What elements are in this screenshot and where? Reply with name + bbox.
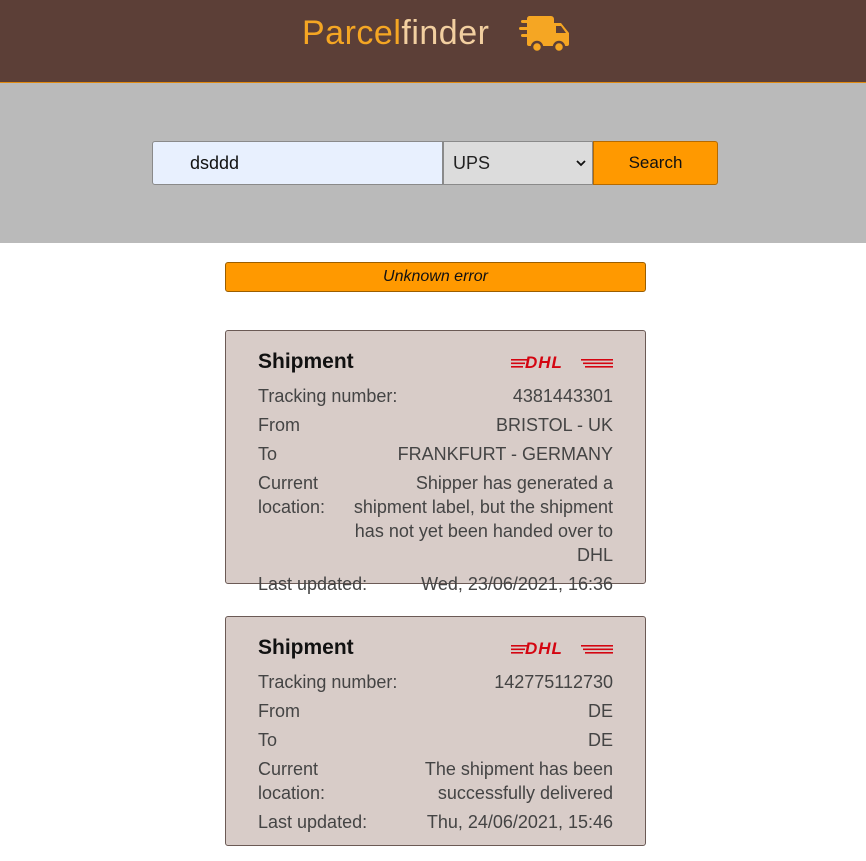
to-label: To — [258, 730, 278, 750]
to-value: DE — [587, 730, 613, 750]
current-location-label: Current location: — [258, 759, 326, 803]
brand-part1: Parcel — [302, 14, 402, 52]
brand-part2: finder — [401, 14, 490, 52]
tracking-number-label: Tracking number: — [258, 386, 398, 406]
to-row: To DE — [258, 728, 613, 752]
truck-icon — [519, 16, 569, 54]
from-row: From DE — [258, 699, 613, 723]
brand-logo[interactable]: Parcelfinder — [302, 14, 489, 53]
to-label: To — [258, 444, 278, 464]
search-button[interactable]: Search — [593, 141, 718, 185]
current-location-value: The shipment has been successfully deliv… — [424, 759, 613, 803]
current-location-label: Current location: — [258, 473, 326, 517]
current-location-row: Current location: The shipment has been … — [258, 757, 613, 805]
search-bar: UPS Search — [0, 83, 866, 243]
to-row: To FRANKFURT - GERMANY — [258, 442, 613, 466]
shipment-title: Shipment — [258, 636, 354, 659]
tracking-number-label: Tracking number: — [258, 672, 398, 692]
last-updated-label: Last updated: — [258, 812, 368, 832]
tracking-number-value: 4381443301 — [512, 386, 613, 406]
shipment-card: Shipment DHL Tracking number: 4381443301… — [225, 330, 646, 594]
current-location-row: Current location: Shipper has generated … — [258, 471, 613, 567]
shipment-title: Shipment — [258, 350, 354, 373]
from-value: DE — [587, 701, 613, 721]
tracking-number-row: Tracking number: 4381443301 — [258, 384, 613, 408]
last-updated-value: Wed, 23/06/2021, 16:36 — [421, 574, 613, 594]
tracking-search-input[interactable] — [152, 141, 443, 185]
error-banner: Unknown error — [225, 262, 646, 292]
carrier-select[interactable]: UPS — [443, 141, 593, 185]
shipment-card: Shipment DHL Tracking number: 1427751127… — [225, 616, 646, 846]
tracking-number-row: Tracking number: 142775112730 — [258, 670, 613, 694]
carrier-select-value: UPS — [453, 152, 491, 173]
last-updated-row: Last updated: Wed, 23/06/2021, 16:36 — [258, 572, 613, 596]
last-updated-row: Last updated: Thu, 24/06/2021, 15:46 — [258, 810, 613, 834]
tracking-number-value: 142775112730 — [494, 672, 613, 692]
dhl-logo: DHL — [511, 353, 613, 372]
current-location-value: Shipper has generated a shipment label, … — [353, 473, 613, 565]
app-header: Parcelfinder — [0, 0, 866, 83]
dhl-logo: DHL — [511, 639, 613, 658]
svg-text:DHL: DHL — [525, 353, 563, 372]
from-row: From BRISTOL - UK — [258, 413, 613, 437]
svg-text:DHL: DHL — [525, 639, 563, 658]
chevron-down-icon — [576, 160, 586, 167]
last-updated-value: Thu, 24/06/2021, 15:46 — [426, 812, 613, 832]
to-value: FRANKFURT - GERMANY — [397, 444, 613, 464]
from-label: From — [258, 701, 300, 721]
from-label: From — [258, 415, 300, 435]
from-value: BRISTOL - UK — [495, 415, 613, 435]
last-updated-label: Last updated: — [258, 574, 368, 594]
